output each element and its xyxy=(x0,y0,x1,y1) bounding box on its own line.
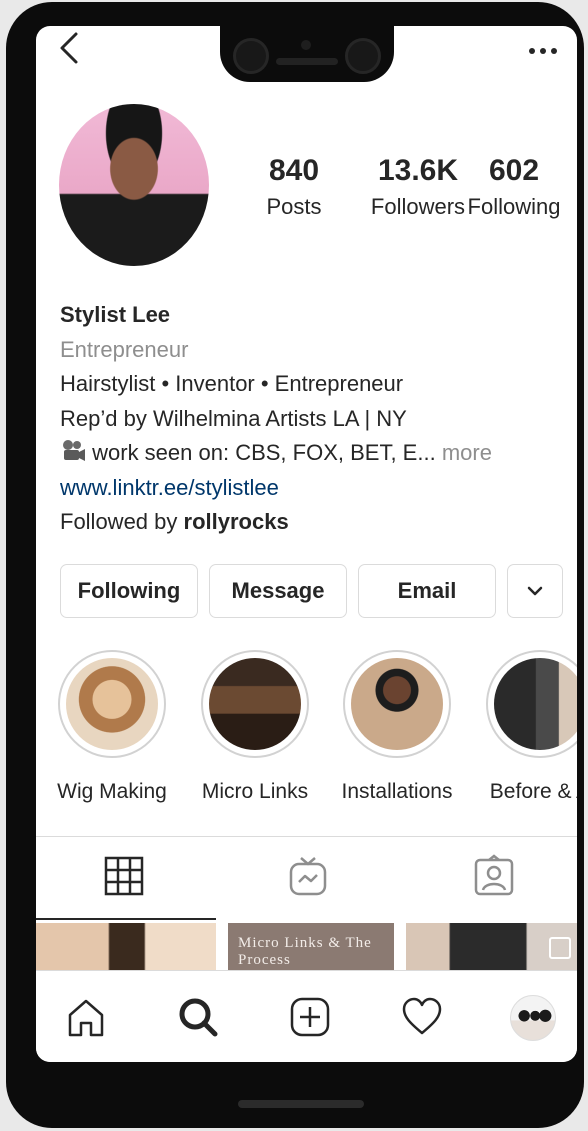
highlight-cover xyxy=(209,658,301,750)
post-thumbnail[interactable] xyxy=(406,923,577,973)
film-camera-icon xyxy=(63,440,85,461)
phone-frame: 840 Posts 13.6K Followers 602 Following … xyxy=(6,2,584,1128)
followers-label: Followers xyxy=(370,194,466,219)
following-number: 602 xyxy=(488,154,540,187)
tagged-icon[interactable] xyxy=(472,854,516,898)
highlight-cover xyxy=(351,658,443,750)
home-indicator xyxy=(238,1100,364,1108)
suggested-accounts-button[interactable] xyxy=(507,564,563,618)
highlight-installations[interactable]: Installations xyxy=(341,650,453,804)
bio-line-3: work seen on: CBS, FOX, BET, E... more xyxy=(60,436,560,471)
highlight-label: Wig Making xyxy=(57,780,167,803)
igtv-icon[interactable] xyxy=(286,854,330,898)
heart-icon[interactable] xyxy=(400,995,444,1039)
followers-number: 13.6K xyxy=(377,154,459,187)
profile-tab-avatar[interactable] xyxy=(510,995,556,1041)
post-thumbnail[interactable] xyxy=(36,923,216,973)
message-button[interactable]: Message xyxy=(209,564,347,618)
active-tab-indicator xyxy=(36,918,216,920)
front-camera-left xyxy=(233,38,269,74)
followers-count[interactable]: 13.6K Followers xyxy=(354,154,482,222)
chevron-down-icon xyxy=(527,586,543,596)
home-icon[interactable] xyxy=(64,995,108,1039)
highlight-ring xyxy=(58,650,166,758)
earpiece-speaker xyxy=(276,58,338,65)
post-thumbnail[interactable]: Micro Links & The Process xyxy=(228,923,394,973)
highlight-label: Installations xyxy=(341,780,453,803)
screen: 840 Posts 13.6K Followers 602 Following … xyxy=(36,26,577,1062)
followed-by-user[interactable]: rollyrocks xyxy=(184,509,289,534)
highlight-label: Micro Links xyxy=(201,780,309,803)
profile-link[interactable]: www.linktr.ee/stylistlee xyxy=(60,471,560,506)
post-caption-overlay: Micro Links & The Process xyxy=(238,935,372,968)
followed-by-prefix: Followed by xyxy=(60,509,178,534)
highlight-ring xyxy=(201,650,309,758)
sensor xyxy=(301,40,311,50)
front-camera-right xyxy=(345,38,381,74)
bottom-nav xyxy=(36,970,577,1062)
highlight-ring xyxy=(343,650,451,758)
highlight-ring xyxy=(486,650,577,758)
tabs-divider xyxy=(36,836,577,837)
following-count[interactable]: 602 Following xyxy=(464,154,564,222)
back-arrow-icon[interactable] xyxy=(58,30,82,66)
multi-photo-icon xyxy=(549,937,571,959)
grid-icon[interactable] xyxy=(102,854,146,898)
highlight-cover xyxy=(66,658,158,750)
posts-count[interactable]: 840 Posts xyxy=(254,154,334,222)
following-button[interactable]: Following xyxy=(60,564,198,618)
bio-line-2: Rep’d by Wilhelmina Artists LA | NY xyxy=(60,405,407,431)
profile-name: Stylist Lee xyxy=(60,302,171,327)
email-button[interactable]: Email xyxy=(358,564,496,618)
add-post-icon[interactable] xyxy=(288,995,332,1039)
highlight-wig-making[interactable]: Wig Making xyxy=(56,650,168,804)
more-options-icon[interactable] xyxy=(528,46,558,56)
profile-avatar[interactable] xyxy=(59,104,209,266)
highlight-label: Before & A xyxy=(489,780,577,803)
search-icon[interactable] xyxy=(176,995,220,1039)
followed-by: Followed by rollyrocks xyxy=(60,505,560,540)
profile-bio: Stylist Lee Entrepreneur Hairstylist • I… xyxy=(60,298,560,540)
profile-category: Entrepreneur xyxy=(60,336,189,362)
following-label: Following xyxy=(467,194,561,219)
camera-notch xyxy=(220,20,394,82)
posts-number: 840 xyxy=(268,154,320,187)
highlight-before-after[interactable]: Before & A xyxy=(484,650,577,804)
bio-line-3-text: work seen on: CBS, FOX, BET, E... xyxy=(92,440,436,465)
bio-line-1: Hairstylist • Inventor • Entrepreneur xyxy=(60,371,404,396)
posts-label: Posts xyxy=(266,194,322,219)
bio-more-link[interactable]: more xyxy=(442,440,492,465)
highlight-cover xyxy=(494,658,577,750)
highlight-micro-links[interactable]: Micro Links xyxy=(199,650,311,804)
